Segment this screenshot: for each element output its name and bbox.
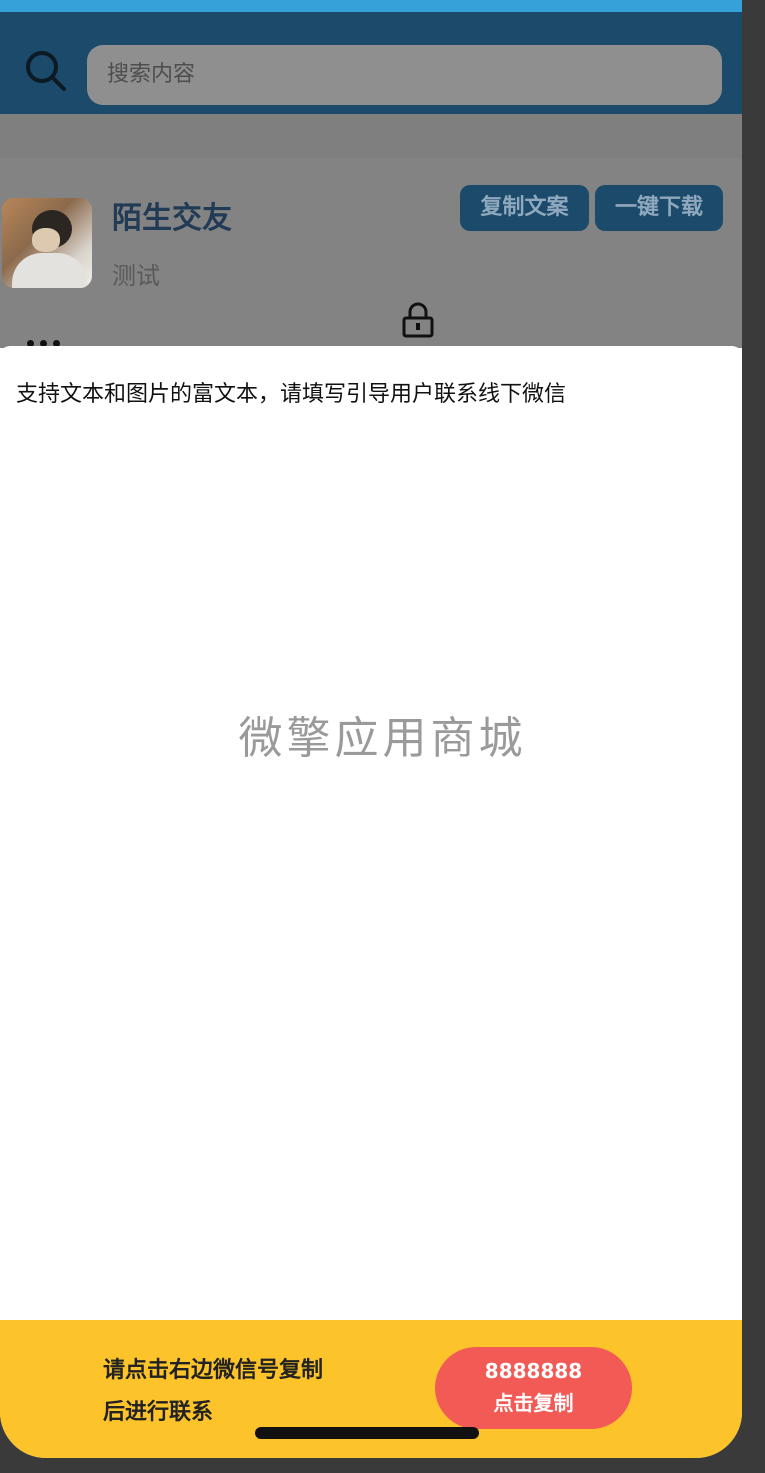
divider-band	[0, 114, 742, 158]
copy-text-button[interactable]: 复制文案	[460, 185, 589, 231]
status-bar	[0, 0, 742, 12]
lock-icon	[402, 302, 434, 338]
home-indicator	[255, 1427, 479, 1439]
search-icon[interactable]	[22, 47, 70, 95]
search-input[interactable]: 搜索内容	[87, 45, 722, 105]
watermark: 微擎应用商城	[238, 713, 527, 764]
more-icon[interactable]	[27, 332, 71, 347]
search-bar: 搜索内容	[0, 12, 742, 114]
post-title: 陌生交友	[112, 201, 232, 236]
sheet-content: 支持文本和图片的富文本，请填写引导用户联系线下微信	[16, 382, 567, 407]
wechat-id: 8888888	[484, 1359, 583, 1383]
copy-label: 点击复制	[493, 1391, 574, 1415]
footer-instruction: 请点击右边微信号复制 后进行联系	[103, 1350, 323, 1434]
post-subtitle: 测试	[112, 262, 160, 290]
avatar	[2, 198, 92, 288]
copy-wechat-button[interactable]: 8888888 点击复制	[435, 1347, 632, 1429]
contact-sheet: 支持文本和图片的富文本，请填写引导用户联系线下微信 微擎应用商城	[0, 346, 742, 1320]
footer-instruction-line1: 请点击右边微信号复制	[103, 1358, 324, 1383]
download-button[interactable]: 一键下载	[595, 185, 723, 231]
phone-screen: 搜索内容 陌生交友 测试 复制文案 一键下载 支持文本和图片的富文本，请填写引导…	[0, 0, 742, 1458]
